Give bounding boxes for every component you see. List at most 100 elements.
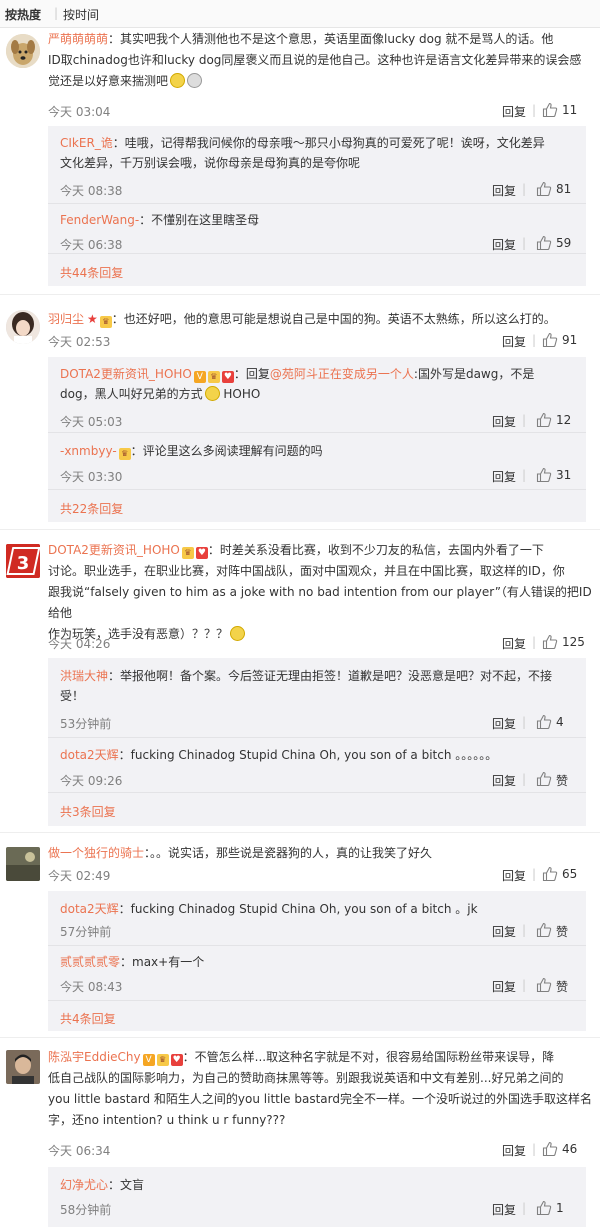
reply-time: 今天 08:38 bbox=[60, 184, 123, 198]
avatar[interactable] bbox=[6, 1050, 40, 1084]
like-button[interactable]: 46 bbox=[542, 1141, 586, 1159]
reply-button[interactable]: 回复 bbox=[492, 182, 516, 199]
reply-button[interactable]: 回复 bbox=[502, 103, 526, 120]
reply-button[interactable]: 回复 bbox=[492, 468, 516, 485]
comment-item: 羽归尘 ★ ♛ ：也还好吧，他的意思可能是想说自己是中国的狗。英语不太熟练，所以这么打… bbox=[0, 295, 600, 530]
sub-reply: 贰贰贰贰零：max+有一个 今天 08:43 回复 | 赞 bbox=[48, 946, 586, 1001]
like-button[interactable]: 31 bbox=[536, 467, 576, 485]
comment-item: 陈泓宇EddieChy V ♛ ♥ ：不管怎么样...取这种名字就是不对，很容易给国际粉… bbox=[0, 1038, 600, 1227]
comment-username[interactable]: 做一个独行的骑士 bbox=[48, 846, 144, 860]
reply-button[interactable]: 回复 bbox=[492, 236, 516, 253]
reply-time: 今天 09:26 bbox=[60, 774, 123, 788]
emoji-icon bbox=[187, 73, 203, 88]
red-badge-icon: ♥ bbox=[170, 1054, 183, 1066]
avatar[interactable] bbox=[6, 34, 40, 68]
thumbs-up-icon bbox=[542, 634, 558, 650]
like-button[interactable]: 1 bbox=[536, 1200, 576, 1218]
like-count: 81 bbox=[556, 182, 572, 196]
like-count: 赞 bbox=[556, 980, 569, 994]
reply-username[interactable]: dota2天辉 bbox=[60, 748, 119, 762]
like-count: 31 bbox=[556, 468, 572, 482]
like-count: 46 bbox=[562, 1142, 578, 1156]
like-button[interactable]: 65 bbox=[542, 866, 586, 884]
like-button[interactable]: 81 bbox=[536, 181, 576, 199]
comment-item: 3 DOTA2更新资讯_HOHO ♛ ♥ ：时差关系没看比赛，收到不少刀友的私信，去国… bbox=[0, 530, 600, 833]
thumbs-up-icon bbox=[536, 467, 552, 483]
reply-button[interactable]: 回复 bbox=[492, 1201, 516, 1218]
sort-bar: 按热度 | 按时间 bbox=[0, 0, 600, 28]
vip-badge-icon: ♛ bbox=[156, 1054, 169, 1066]
like-count: 11 bbox=[562, 103, 578, 117]
emoji-icon bbox=[204, 386, 220, 401]
reply-button[interactable]: 回复 bbox=[492, 413, 516, 430]
reply-time: 今天 03:30 bbox=[60, 470, 123, 484]
thumbs-up-icon bbox=[542, 332, 558, 348]
reply-button[interactable]: 回复 bbox=[492, 978, 516, 995]
reply-username[interactable]: FenderWang- bbox=[60, 213, 139, 227]
more-replies-link[interactable]: 共4条回复 bbox=[60, 1010, 116, 1027]
reply-button[interactable]: 回复 bbox=[502, 333, 526, 350]
thumbs-up-icon bbox=[536, 181, 552, 197]
comment-username[interactable]: 羽归尘 bbox=[48, 312, 84, 326]
reply-username[interactable]: CIkER_诡 bbox=[60, 136, 113, 150]
reply-time: 今天 08:43 bbox=[60, 980, 123, 994]
reply-button[interactable]: 回复 bbox=[502, 867, 526, 884]
sort-by-time[interactable]: 按时间 bbox=[63, 6, 99, 23]
reply-button[interactable]: 回复 bbox=[502, 635, 526, 652]
vip-badge-icon: ♛ bbox=[118, 448, 131, 460]
reply-username[interactable]: -xnmbyy- bbox=[60, 444, 117, 458]
reply-time: 今天 05:03 bbox=[60, 415, 123, 429]
more-replies-link[interactable]: 共22条回复 bbox=[60, 500, 123, 517]
vip-badge-icon: ♛ bbox=[99, 316, 112, 328]
sub-reply: FenderWang-：不懂别在这里瞎圣母 今天 06:38 回复 | 59 bbox=[48, 204, 586, 254]
mention-link[interactable]: @苑阿斗正在变成另一个人 bbox=[270, 367, 414, 381]
comment-time: 今天 02:53 bbox=[48, 335, 111, 349]
sub-reply: 洪瑞大神：举报他啊！备个案。今后签证无理由拒签！道歉是吧？没恶意是吧？对不起，不… bbox=[48, 658, 586, 738]
sub-reply: dota2天辉：fucking Chinadog Stupid China Oh… bbox=[48, 738, 586, 793]
red-badge-icon: ♥ bbox=[195, 547, 208, 559]
like-button[interactable]: 4 bbox=[536, 714, 576, 732]
comment-username[interactable]: 陈泓宇EddieChy bbox=[48, 1050, 141, 1064]
thumbs-up-icon bbox=[542, 102, 558, 118]
like-button[interactable]: 91 bbox=[542, 332, 586, 350]
reply-username[interactable]: dota2天辉 bbox=[60, 902, 119, 916]
reply-time: 今天 06:38 bbox=[60, 238, 123, 252]
sub-reply: DOTA2更新资讯_HOHO V ♛ ♥ ：回复@苑阿斗正在变成另一个人:国外写是daw… bbox=[48, 357, 586, 433]
like-button[interactable]: 赞 bbox=[536, 977, 576, 995]
reply-username[interactable]: 洪瑞大神 bbox=[60, 669, 108, 683]
comment-time: 今天 06:34 bbox=[48, 1144, 111, 1158]
like-count: 59 bbox=[556, 236, 572, 250]
thumbs-up-icon bbox=[536, 771, 552, 787]
verified-badge-icon: V bbox=[142, 1054, 155, 1066]
more-replies-link[interactable]: 共3条回复 bbox=[60, 803, 116, 820]
like-count: 125 bbox=[562, 635, 585, 649]
reply-username[interactable]: DOTA2更新资讯_HOHO bbox=[60, 367, 192, 381]
like-button[interactable]: 11 bbox=[542, 102, 586, 120]
reply-username[interactable]: 幻净尤心 bbox=[60, 1178, 108, 1192]
avatar[interactable] bbox=[6, 847, 40, 881]
sort-by-hot[interactable]: 按热度 bbox=[5, 6, 41, 23]
comment-username[interactable]: 严萌萌萌萌 bbox=[48, 32, 108, 46]
comment-time: 今天 04:26 bbox=[48, 637, 111, 651]
like-button[interactable]: 59 bbox=[536, 235, 576, 253]
reply-time: 57分钟前 bbox=[60, 925, 112, 939]
more-replies-link[interactable]: 共44条回复 bbox=[60, 264, 123, 281]
reply-button[interactable]: 回复 bbox=[492, 923, 516, 940]
like-button[interactable]: 125 bbox=[542, 634, 586, 652]
reply-button[interactable]: 回复 bbox=[502, 1142, 526, 1159]
reply-time: 53分钟前 bbox=[60, 717, 112, 731]
avatar[interactable] bbox=[6, 310, 40, 344]
reply-username[interactable]: 贰贰贰贰零 bbox=[60, 955, 120, 969]
like-button[interactable]: 赞 bbox=[536, 771, 576, 789]
reply-button[interactable]: 回复 bbox=[492, 772, 516, 789]
red-badge-icon: ♥ bbox=[221, 371, 234, 383]
reply-button[interactable]: 回复 bbox=[492, 715, 516, 732]
like-count: 65 bbox=[562, 867, 578, 881]
vip-badge-icon: ♛ bbox=[181, 547, 194, 559]
avatar[interactable]: 3 bbox=[6, 544, 40, 578]
sub-replies: 幻净尤心：文盲 58分钟前 回复 | 1 bbox=[48, 1167, 586, 1227]
comment-username[interactable]: DOTA2更新资讯_HOHO bbox=[48, 543, 180, 557]
like-button[interactable]: 12 bbox=[536, 412, 576, 430]
like-count: 赞 bbox=[556, 925, 569, 939]
like-button[interactable]: 赞 bbox=[536, 922, 576, 940]
